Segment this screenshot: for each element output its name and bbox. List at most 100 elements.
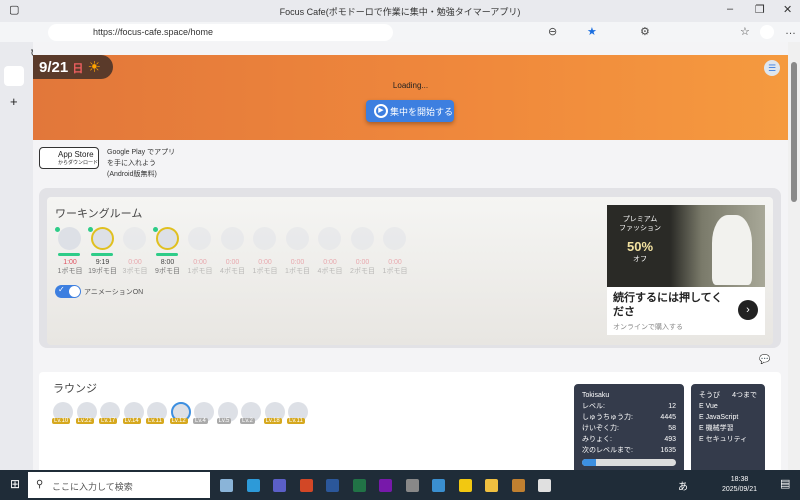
google-play-link[interactable]: Google Play でアプリを手に入れよう(Android版無料) — [107, 147, 177, 180]
member[interactable]: 0:00 1ポモ目 — [185, 227, 215, 282]
equipment-panel: そうび 4つまで E Vue E JavaScript E 機械学習 E セキュリティ — [689, 382, 767, 470]
online-dot — [152, 227, 158, 232]
new-tab-icon[interactable]: + — [10, 94, 18, 109]
ad-badge1: プレミアム — [622, 216, 658, 223]
maximize-button[interactable]: ❐ — [755, 3, 765, 16]
status-key: レベル: — [582, 403, 605, 410]
taskbar-app-icon[interactable] — [511, 479, 525, 492]
member-avatar — [90, 227, 114, 250]
progress-bar — [58, 253, 80, 256]
ad-sub: オンラインで購入する — [613, 324, 683, 331]
working-room: ワーキングルーム 1:00 1ポモ目 9:19 19ポモ目 0:00 3ポモ目 … — [47, 197, 773, 345]
scrollbar-thumb[interactable] — [791, 62, 797, 202]
taskbar-app-icon[interactable] — [405, 479, 419, 492]
level-badge: Lv.14 — [122, 418, 141, 424]
member-pomo: 4ポモ目 — [317, 268, 343, 275]
member-avatar — [123, 227, 146, 250]
level-badge: Lv.18 — [263, 418, 282, 424]
working-room-title: ワーキングルーム — [55, 208, 143, 220]
member[interactable]: 8:00 9ポモ目 — [152, 227, 183, 282]
member[interactable]: 9:19 19ポモ目 — [87, 227, 118, 282]
ime-indicator[interactable]: あ — [678, 478, 688, 493]
member-pomo: 3ポモ目 — [122, 268, 148, 275]
member-pomo: 1ポモ目 — [252, 268, 278, 275]
level-badge: Lv.4 — [193, 418, 208, 424]
equip-limit: 4つまで — [732, 392, 757, 399]
sun-icon: ☀ — [87, 59, 101, 76]
taskbar-app-icon[interactable] — [379, 479, 392, 492]
member[interactable]: 0:00 1ポモ目 — [380, 227, 410, 282]
zoom-icon[interactable]: ⊖ — [548, 25, 557, 38]
address-bar[interactable]: https://focus-cafe.space/home — [48, 24, 393, 41]
extension-icon[interactable]: ⚙ — [640, 25, 650, 38]
status-row: レベル: 12 — [582, 401, 676, 412]
more-icon[interactable]: … — [785, 25, 796, 37]
member-avatar — [318, 227, 341, 250]
taskbar-app-icon[interactable] — [352, 479, 366, 492]
member-time: 9:19 — [95, 259, 110, 266]
taskbar-search[interactable]: ここに入力して検索 — [28, 472, 210, 498]
favorites-icon[interactable]: ☆ — [740, 25, 750, 38]
taskbar-app-icon[interactable] — [458, 479, 472, 492]
animation-toggle[interactable]: ✓ — [55, 285, 81, 298]
chat-icon[interactable]: 💬 — [759, 354, 770, 365]
tab-focus-cafe[interactable] — [4, 66, 24, 86]
taskbar-app-icon[interactable] — [326, 479, 339, 492]
member-pomo: 4ポモ目 — [220, 268, 245, 275]
advertisement[interactable]: プレミアム ファッション 50% オフ 続行するには押してくださ オンラインで購… — [607, 205, 765, 335]
ad-next-icon[interactable]: › — [738, 300, 758, 320]
clock[interactable]: 18:38 2025/09/21 — [722, 475, 757, 495]
taskbar-app-icon[interactable] — [432, 479, 445, 492]
taskbar-app-icon[interactable] — [485, 479, 498, 492]
user-name: Tokisaku — [582, 392, 610, 399]
menu-list-icon[interactable]: ☰ — [764, 60, 780, 76]
taskbar-app-icon[interactable] — [273, 479, 286, 492]
minimize-button[interactable]: – — [727, 3, 733, 15]
date-badge: 9/21 日 ☀ — [33, 55, 113, 79]
window-title: Focus Cafe(ポモドーロで作業に集中・勉強タイマーアプリ) — [279, 7, 521, 17]
status-value: 58 — [668, 425, 676, 432]
ad-discount: 50% — [626, 239, 654, 254]
equip-item: E Vue — [699, 403, 718, 410]
weekday: 日 — [72, 63, 84, 75]
status-value: 4445 — [660, 414, 676, 421]
member-time: 0:00 — [258, 259, 272, 266]
member-pomo: 1ポモ目 — [285, 268, 310, 275]
date: 9/21 — [39, 59, 69, 76]
member[interactable]: 0:00 1ポモ目 — [250, 227, 280, 282]
animation-label: アニメーションON — [84, 289, 144, 296]
app-store-label: App Store — [58, 150, 94, 159]
notification-icon[interactable]: ▤ — [780, 477, 790, 490]
progress-bar — [155, 253, 178, 256]
equip-item: E セキュリティ — [699, 436, 748, 443]
progress-bar — [90, 253, 113, 256]
taskbar-app-icon[interactable] — [246, 479, 260, 492]
member[interactable]: 0:00 1ポモ目 — [283, 227, 313, 282]
close-button[interactable]: ✕ — [783, 3, 792, 16]
start-icon[interactable]: ⊞ — [10, 477, 20, 491]
member[interactable]: 0:00 4ポモ目 — [218, 227, 248, 282]
member-time: 0:00 — [323, 259, 337, 266]
member[interactable]: 1:00 1ポモ目 — [55, 227, 85, 282]
member-avatar — [188, 227, 211, 250]
member[interactable]: 0:00 4ポモ目 — [315, 227, 345, 282]
ad-badge2: ファッション — [619, 225, 661, 232]
member-avatar — [155, 227, 179, 250]
lounge-title: ラウンジ — [53, 383, 97, 395]
taskbar-app-icon[interactable] — [299, 479, 313, 492]
member[interactable]: 0:00 2ポモ目 — [348, 227, 378, 282]
member[interactable]: 0:00 3ポモ目 — [120, 227, 150, 282]
status-key: 次のレベルまで: — [582, 447, 633, 454]
taskbar-app-icon[interactable] — [538, 479, 551, 492]
member-avatar — [285, 227, 309, 250]
favorite-star-icon[interactable]: ★ — [587, 25, 597, 38]
vertical-tabs: + — [0, 42, 31, 470]
app-store-button[interactable]: App Store からダウンロード — [39, 147, 99, 169]
profile-avatar[interactable] — [760, 25, 774, 39]
status-value: 1635 — [660, 447, 676, 454]
member-time: 0:00 — [355, 259, 370, 266]
member-pomo: 1ポモ目 — [382, 268, 408, 275]
member-pomo: 2ポモ目 — [350, 268, 375, 275]
taskbar-app-icon[interactable] — [220, 479, 233, 492]
ad-image: プレミアム ファッション 50% オフ — [607, 205, 765, 287]
